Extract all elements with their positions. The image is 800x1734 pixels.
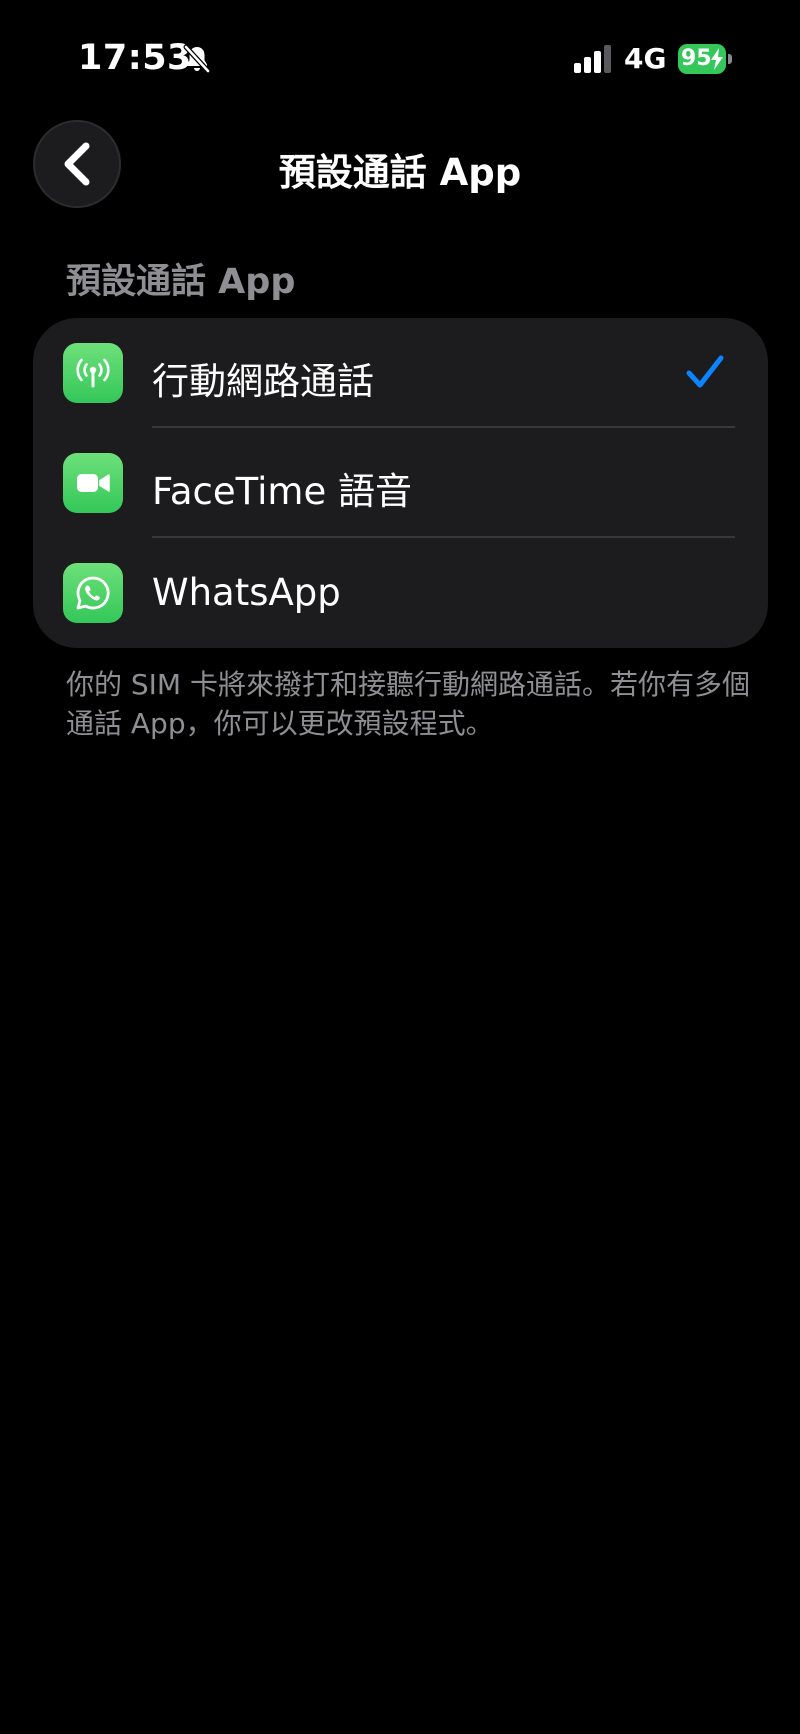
list-item-label: 行動網路通話 bbox=[152, 360, 374, 403]
list-item-label: FaceTime 語音 bbox=[152, 470, 412, 513]
network-type-label: 4G bbox=[624, 42, 667, 75]
bell-slash-icon bbox=[183, 44, 211, 74]
cellular-antenna-icon bbox=[63, 343, 123, 403]
page-title: 預設通話 App bbox=[278, 151, 522, 194]
chevron-left-icon bbox=[64, 142, 90, 186]
footer-description: 你的 SIM 卡將來撥打和接聽行動網路通話。若你有多個通話 App，你可以更改預… bbox=[66, 668, 750, 740]
whatsapp-icon bbox=[63, 563, 123, 623]
cellular-signal-icon bbox=[574, 45, 611, 73]
back-button[interactable] bbox=[33, 120, 121, 208]
battery-indicator: 95 bbox=[678, 44, 732, 74]
list-item-cellular[interactable]: 行動網路通話 bbox=[33, 318, 768, 428]
facetime-camera-icon bbox=[63, 453, 123, 513]
list-item-label: WhatsApp bbox=[152, 571, 341, 614]
charging-bolt-icon bbox=[711, 48, 723, 70]
list-item-facetime-audio[interactable]: FaceTime 語音 bbox=[33, 428, 768, 538]
section-header: 預設通話 App bbox=[66, 262, 296, 302]
list-item-whatsapp[interactable]: WhatsApp bbox=[33, 538, 768, 648]
status-bar: 17:53 4G 95 bbox=[0, 0, 800, 110]
default-calling-app-list: 行動網路通話 FaceTime 語音 WhatsApp bbox=[33, 318, 768, 648]
battery-cap bbox=[728, 54, 732, 64]
checkmark-icon bbox=[686, 355, 724, 388]
status-time: 17:53 bbox=[78, 38, 192, 78]
